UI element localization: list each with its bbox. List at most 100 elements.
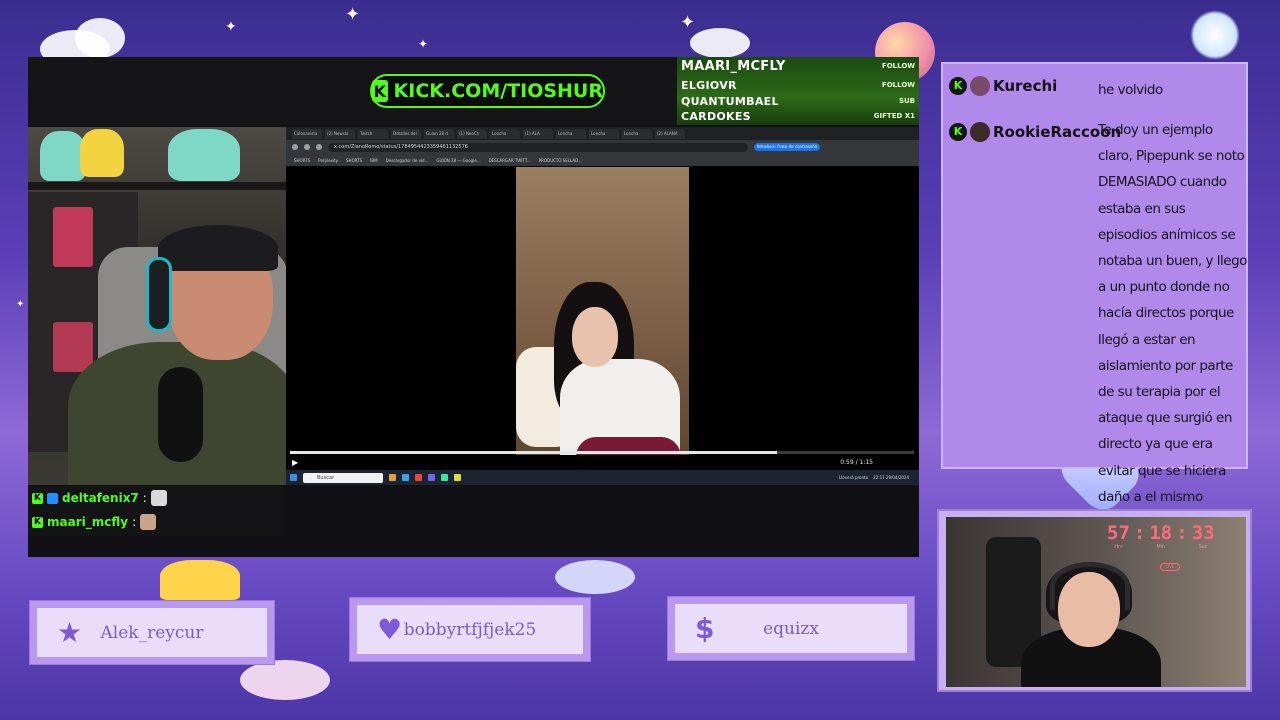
browser-tab[interactable]: (1) ALA (523, 128, 553, 139)
bookmark-item[interactable]: GUION 28 — Google... (436, 158, 480, 163)
mini-chat-row: K maari_mcfly : (32, 512, 157, 532)
cloud-decoration (555, 560, 635, 594)
browser-tab[interactable]: (2) Newslo (325, 128, 355, 139)
chrome-icon[interactable] (415, 474, 422, 481)
browser-tab[interactable]: Guion 28 d (424, 128, 454, 139)
alert-row: MAARI_MCFLY FOLLOW (681, 58, 915, 74)
timer-seconds: 33 Sec (1192, 522, 1215, 550)
tray-clock: 22:17 29/04/2024 (873, 475, 909, 480)
latest-subscriber-name: bobbyrtfjfjek25 (403, 619, 537, 640)
video-time: 0:59 / 1:15 (840, 459, 873, 466)
timer-hours-value: 57 (1107, 522, 1130, 544)
bookmark-item[interactable]: Perplexity (318, 158, 338, 163)
person-face (572, 307, 618, 367)
box-decoration (53, 322, 93, 372)
microphone (158, 367, 203, 462)
kick-channel-badge: K KICK.COM/TIOSHUR (370, 74, 605, 108)
browser-tab-bar: Colonavista (2) Newslo Twitch Detalles d… (286, 127, 919, 140)
bookmark-item[interactable]: Descargador de víd... (386, 158, 429, 163)
timer-separator: : (1176, 522, 1188, 544)
browser-tab[interactable]: Loncha (589, 128, 619, 139)
bookmarks-bar: SHORTS Perplexity SHORTS IBM Descargador… (286, 154, 919, 166)
latest-donation-name: equizx (763, 618, 819, 639)
subathon-timer: 57 Hrs : 18 Min : 33 Sec (1107, 522, 1215, 550)
alert-type: FOLLOW (881, 62, 915, 70)
dollar-icon: $ (695, 611, 715, 645)
browser-tab[interactable]: Loncha (556, 128, 586, 139)
password-phrase-button[interactable]: Introducir frase de contraseña (754, 143, 820, 151)
timer-minutes-value: 18 (1149, 522, 1173, 544)
video-progress-fill (290, 451, 777, 454)
bookmark-item[interactable]: SHORTS (346, 158, 362, 163)
alert-type: SUB (898, 97, 915, 105)
subscriber-badge-icon (47, 492, 58, 504)
alert-name: ELGIOVR (681, 78, 737, 92)
browser-tab[interactable]: Loncha (622, 128, 652, 139)
browser-tab[interactable]: Colonavista (292, 128, 322, 139)
bookmark-item[interactable]: IBM (370, 158, 377, 163)
star-icon: ★ (57, 615, 83, 649)
alert-name: CARDOKES (681, 109, 751, 123)
mini-chat-row: K deltafenix7 : (32, 488, 167, 508)
cloud-decoration (240, 660, 330, 700)
live-badge: LIVE (1160, 563, 1180, 571)
bookmark-item[interactable]: PRODUCTO SELLAD... (539, 158, 582, 163)
taskbar-search[interactable]: Buscar (303, 472, 383, 483)
kick-logo-icon: K (372, 80, 388, 102)
chat-user: K Kurechi (949, 76, 1057, 96)
shelf (28, 182, 286, 190)
sparkle-icon: ✦ (16, 299, 25, 310)
face-emote-icon (140, 514, 157, 530)
bookmark-item[interactable]: SHORTS (294, 158, 310, 163)
browser-tab[interactable]: (1) NeoCh (457, 128, 487, 139)
forward-icon[interactable] (304, 144, 310, 150)
folder-icon[interactable] (454, 474, 461, 481)
windows-taskbar: Buscar Lloverá pronto 22:17 29/04/2024 (286, 470, 919, 485)
timer-hours-label: Hrs (1114, 544, 1123, 550)
alert-name: QUANTUMBAEL (681, 94, 779, 108)
alert-type: GIFTED X1 (873, 112, 915, 120)
cloud-decoration (690, 28, 750, 58)
figure-decoration (168, 129, 240, 181)
headphones (146, 257, 172, 332)
browser-tab[interactable]: Detalles del (391, 128, 421, 139)
sparkle-icon: ✦ (225, 19, 237, 35)
timer-seconds-value: 33 (1191, 522, 1215, 544)
kick-badge-icon: K (949, 123, 967, 141)
chat-message: he volvido (1098, 82, 1163, 98)
system-tray: Lloverá pronto 22:17 29/04/2024 (839, 475, 909, 480)
app-icon[interactable] (428, 474, 435, 481)
headphones (1050, 562, 1130, 610)
alert-row: ELGIOVR FOLLOW (681, 77, 915, 93)
latest-follower-name: Alek_reycur (100, 622, 204, 643)
streamer-webcam (28, 127, 286, 485)
browser-tab[interactable]: (2) ALANA (655, 128, 685, 139)
alert-name: MAARI_MCFLY (681, 58, 786, 74)
app-icon[interactable] (389, 474, 396, 481)
video-progress-bar[interactable] (290, 451, 914, 454)
reload-icon[interactable] (316, 144, 322, 150)
timer-minutes: 18 Min (1149, 522, 1172, 550)
back-icon[interactable] (292, 144, 298, 150)
play-icon[interactable]: ▶ (292, 458, 298, 467)
figure-decoration (80, 129, 124, 177)
browser-tab[interactable]: Twitch (358, 128, 388, 139)
app-icon[interactable] (441, 474, 448, 481)
alert-row: QUANTUMBAEL SUB (681, 93, 915, 109)
mini-chat-username: deltafenix7 (62, 491, 139, 505)
video-player[interactable] (516, 167, 689, 470)
sparkle-icon: ✦ (418, 37, 429, 51)
latest-donation-box: $ equizx (668, 597, 914, 660)
box-decoration (53, 207, 93, 267)
kick-badge-icon: K (949, 77, 967, 95)
chat-message: Te doy un ejemplo claro, Pipepunk se not… (1098, 122, 1247, 505)
sparkle-icon: ✦ (345, 4, 361, 25)
tray-weather: Lloverá pronto (838, 475, 869, 480)
url-input[interactable]: x.com/ZianoRomo/status/17849544233594611… (328, 142, 748, 152)
windows-start-icon[interactable] (290, 474, 297, 481)
bookmark-item[interactable]: DESCARGAR TWITT... (489, 158, 531, 163)
recent-alerts-list: MAARI_MCFLY FOLLOW ELGIOVR FOLLOW QUANTU… (677, 57, 919, 125)
stream-mini-chat: K deltafenix7 : K maari_mcfly : (28, 486, 283, 536)
app-icon[interactable] (402, 474, 409, 481)
browser-tab[interactable]: Loncha (490, 128, 520, 139)
